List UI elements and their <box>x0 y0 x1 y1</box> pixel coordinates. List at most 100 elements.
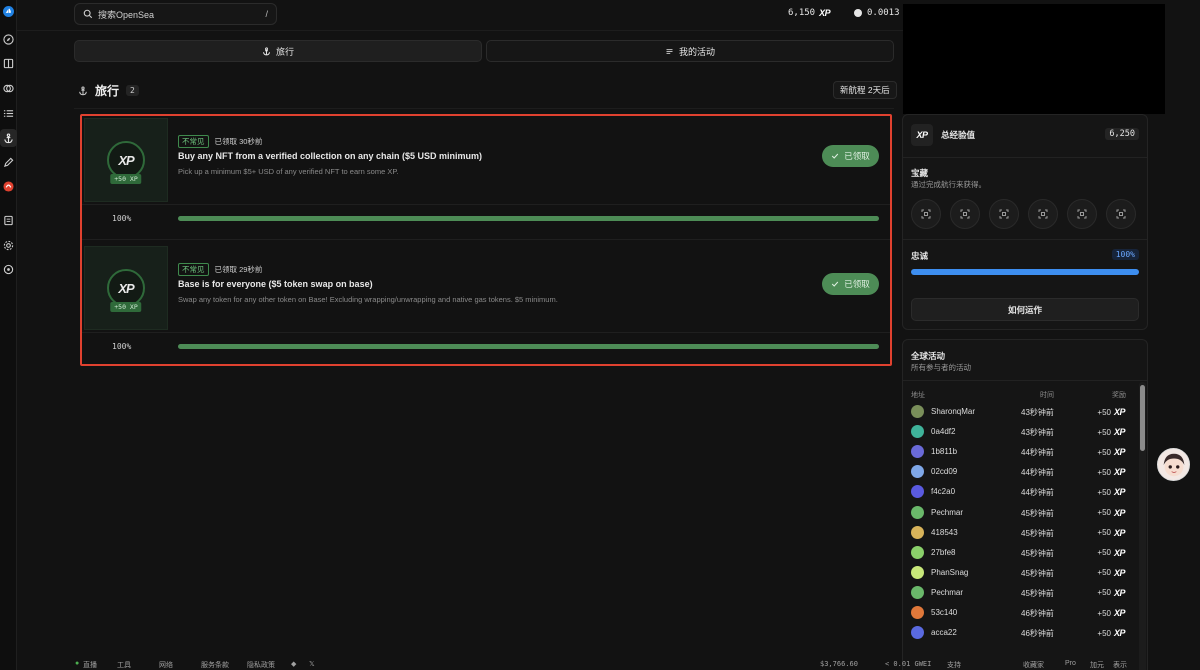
journey-count-badge: 2 <box>126 85 139 96</box>
row-address[interactable]: 418543 <box>931 528 958 537</box>
row-reward-value: +50 <box>1097 407 1111 417</box>
row-reward: +50 XP <box>1097 487 1125 497</box>
settings-icon[interactable] <box>3 240 14 251</box>
row-time: 46秒钟前 <box>1021 629 1054 639</box>
assistant-avatar[interactable] <box>1157 448 1190 481</box>
footer-pro[interactable]: Pro <box>1065 660 1076 667</box>
compass-icon[interactable] <box>3 34 14 45</box>
support-icon[interactable] <box>3 264 14 275</box>
global-activity-subtitle: 所有参与者的活动 <box>911 363 971 372</box>
document-icon[interactable] <box>3 215 14 226</box>
x-icon[interactable]: 𝕏 <box>309 660 315 668</box>
footer-collector[interactable]: 收藏家 <box>1023 660 1044 670</box>
discord-icon[interactable]: ◆ <box>291 660 296 668</box>
table-row[interactable]: SharonqMar 43秒钟前 +50 XP <box>903 402 1135 422</box>
table-row[interactable]: 02cd09 44秒钟前 +50 XP <box>903 462 1135 482</box>
avatar <box>911 445 924 459</box>
table-row[interactable]: PhanSnag 45秒钟前 +50 XP <box>903 563 1135 583</box>
footer-support[interactable]: 支持 <box>947 660 961 670</box>
table-row[interactable]: 1b811b 44秒钟前 +50 XP <box>903 442 1135 462</box>
new-voyage-button[interactable]: 新航程 2天后 <box>833 81 897 99</box>
row-time: 46秒钟前 <box>1021 609 1054 618</box>
row-reward: +50 XP <box>1097 608 1125 618</box>
progress-percent: 100% <box>112 342 132 351</box>
row-address[interactable]: acca22 <box>931 628 957 637</box>
xp-badge-text: XP <box>118 152 134 168</box>
footer-live[interactable]: 直播 <box>83 660 97 670</box>
table-row[interactable]: Pechmar 45秒钟前 +50 XP <box>903 583 1135 603</box>
table-row[interactable]: 0a4df2 43秒钟前 +50 XP <box>903 422 1135 442</box>
table-row[interactable]: 27bfe8 45秒钟前 +50 XP <box>903 543 1135 563</box>
opensea-logo-icon[interactable] <box>3 6 14 17</box>
table-row[interactable]: 53c140 46秒钟前 +50 XP <box>903 603 1135 623</box>
treasure-slot[interactable] <box>989 199 1019 229</box>
claimed-time: 已领取 30秒前 <box>214 137 263 146</box>
search-input[interactable]: 搜索OpenSea / <box>74 3 277 25</box>
table-row[interactable]: 418543 45秒钟前 +50 XP <box>903 523 1135 543</box>
list-icon[interactable] <box>3 108 14 119</box>
row-address[interactable]: 0a4df2 <box>931 427 955 436</box>
footer-terms[interactable]: 服务条款 <box>201 660 229 670</box>
row-address[interactable]: 27bfe8 <box>931 548 955 557</box>
xp-logo-icon: XP <box>1113 587 1126 598</box>
row-reward-value: +50 <box>1097 508 1111 517</box>
pen-icon[interactable] <box>3 157 14 168</box>
section-divider <box>74 108 894 109</box>
row-address[interactable]: Pechmar <box>931 588 963 597</box>
row-address[interactable]: SharonqMar <box>931 407 975 416</box>
rarity-badge: 不常见 <box>178 263 209 276</box>
search-shortcut: / <box>265 9 268 19</box>
avatar <box>911 405 924 418</box>
header-xp-count[interactable]: 6,150 XP <box>788 8 831 18</box>
activity-scrollbar[interactable] <box>1139 382 1146 670</box>
tokens-icon[interactable] <box>3 83 14 94</box>
footer-tools[interactable]: 工具 <box>117 660 131 670</box>
header-balance[interactable]: 0.0013 <box>854 8 900 18</box>
avatar <box>911 626 924 640</box>
table-row[interactable]: Pechmar 45秒钟前 +50 XP <box>903 503 1135 523</box>
panel-divider <box>903 239 1147 240</box>
row-reward-value: +50 <box>1097 548 1111 558</box>
xp-logo-icon: XP <box>1113 567 1126 578</box>
xp-icon: XP <box>911 124 933 146</box>
table-row[interactable]: f4c2a0 44秒钟前 +50 XP <box>903 482 1135 502</box>
rewards-icon[interactable] <box>3 181 14 192</box>
xp-logo-icon: XP <box>819 8 831 18</box>
claimed-button[interactable]: 已领取 <box>822 145 879 167</box>
treasure-slot[interactable] <box>1106 199 1136 229</box>
quest-thumbnail: XP +50 XP <box>84 246 168 330</box>
anchor-icon[interactable] <box>0 129 17 147</box>
how-it-works-button[interactable]: 如何运作 <box>911 298 1139 321</box>
claimed-button[interactable]: 已领取 <box>822 273 879 295</box>
total-xp: XP 总经验值 <box>911 124 975 146</box>
row-reward-value: +50 <box>1097 487 1111 497</box>
footer-network[interactable]: 网络 <box>159 660 173 670</box>
row-address[interactable]: PhanSnag <box>931 568 968 577</box>
collections-icon[interactable] <box>3 58 14 69</box>
footer-lang[interactable]: 表示 <box>1113 660 1127 670</box>
row-address[interactable]: 53c140 <box>931 608 957 617</box>
row-time: 45秒钟前 <box>1021 508 1054 518</box>
scan-icon <box>1077 209 1087 219</box>
table-row[interactable]: acca22 46秒钟前 +50 XP <box>903 623 1135 643</box>
tab-journey[interactable]: 旅行 <box>74 40 482 62</box>
row-reward-value: +50 <box>1097 447 1111 457</box>
treasure-slot[interactable] <box>950 199 980 229</box>
avatar <box>911 485 924 499</box>
quest-card: XP +50 XP 不常见 已领取 29秒前 Base is for every… <box>82 244 890 368</box>
column-header-reward: 奖励 <box>1112 392 1126 399</box>
treasure-slot[interactable] <box>1028 199 1058 229</box>
row-address[interactable]: 02cd09 <box>931 467 957 476</box>
xp-logo-icon: XP <box>1113 427 1126 438</box>
footer-privacy[interactable]: 隐私政策 <box>247 660 275 670</box>
row-address[interactable]: Pechmar <box>931 508 963 517</box>
tab-my-activity[interactable]: 我的活动 <box>486 40 894 62</box>
search-icon <box>83 9 93 19</box>
row-address[interactable]: f4c2a0 <box>931 487 955 496</box>
tab-my-activity-label: 我的活动 <box>678 46 715 57</box>
row-address[interactable]: 1b811b <box>931 447 957 456</box>
treasure-slot[interactable] <box>911 199 941 229</box>
footer-currency[interactable]: 加元 <box>1090 660 1104 670</box>
activity-scrollbar-thumb[interactable] <box>1140 385 1145 451</box>
treasure-slot[interactable] <box>1067 199 1097 229</box>
